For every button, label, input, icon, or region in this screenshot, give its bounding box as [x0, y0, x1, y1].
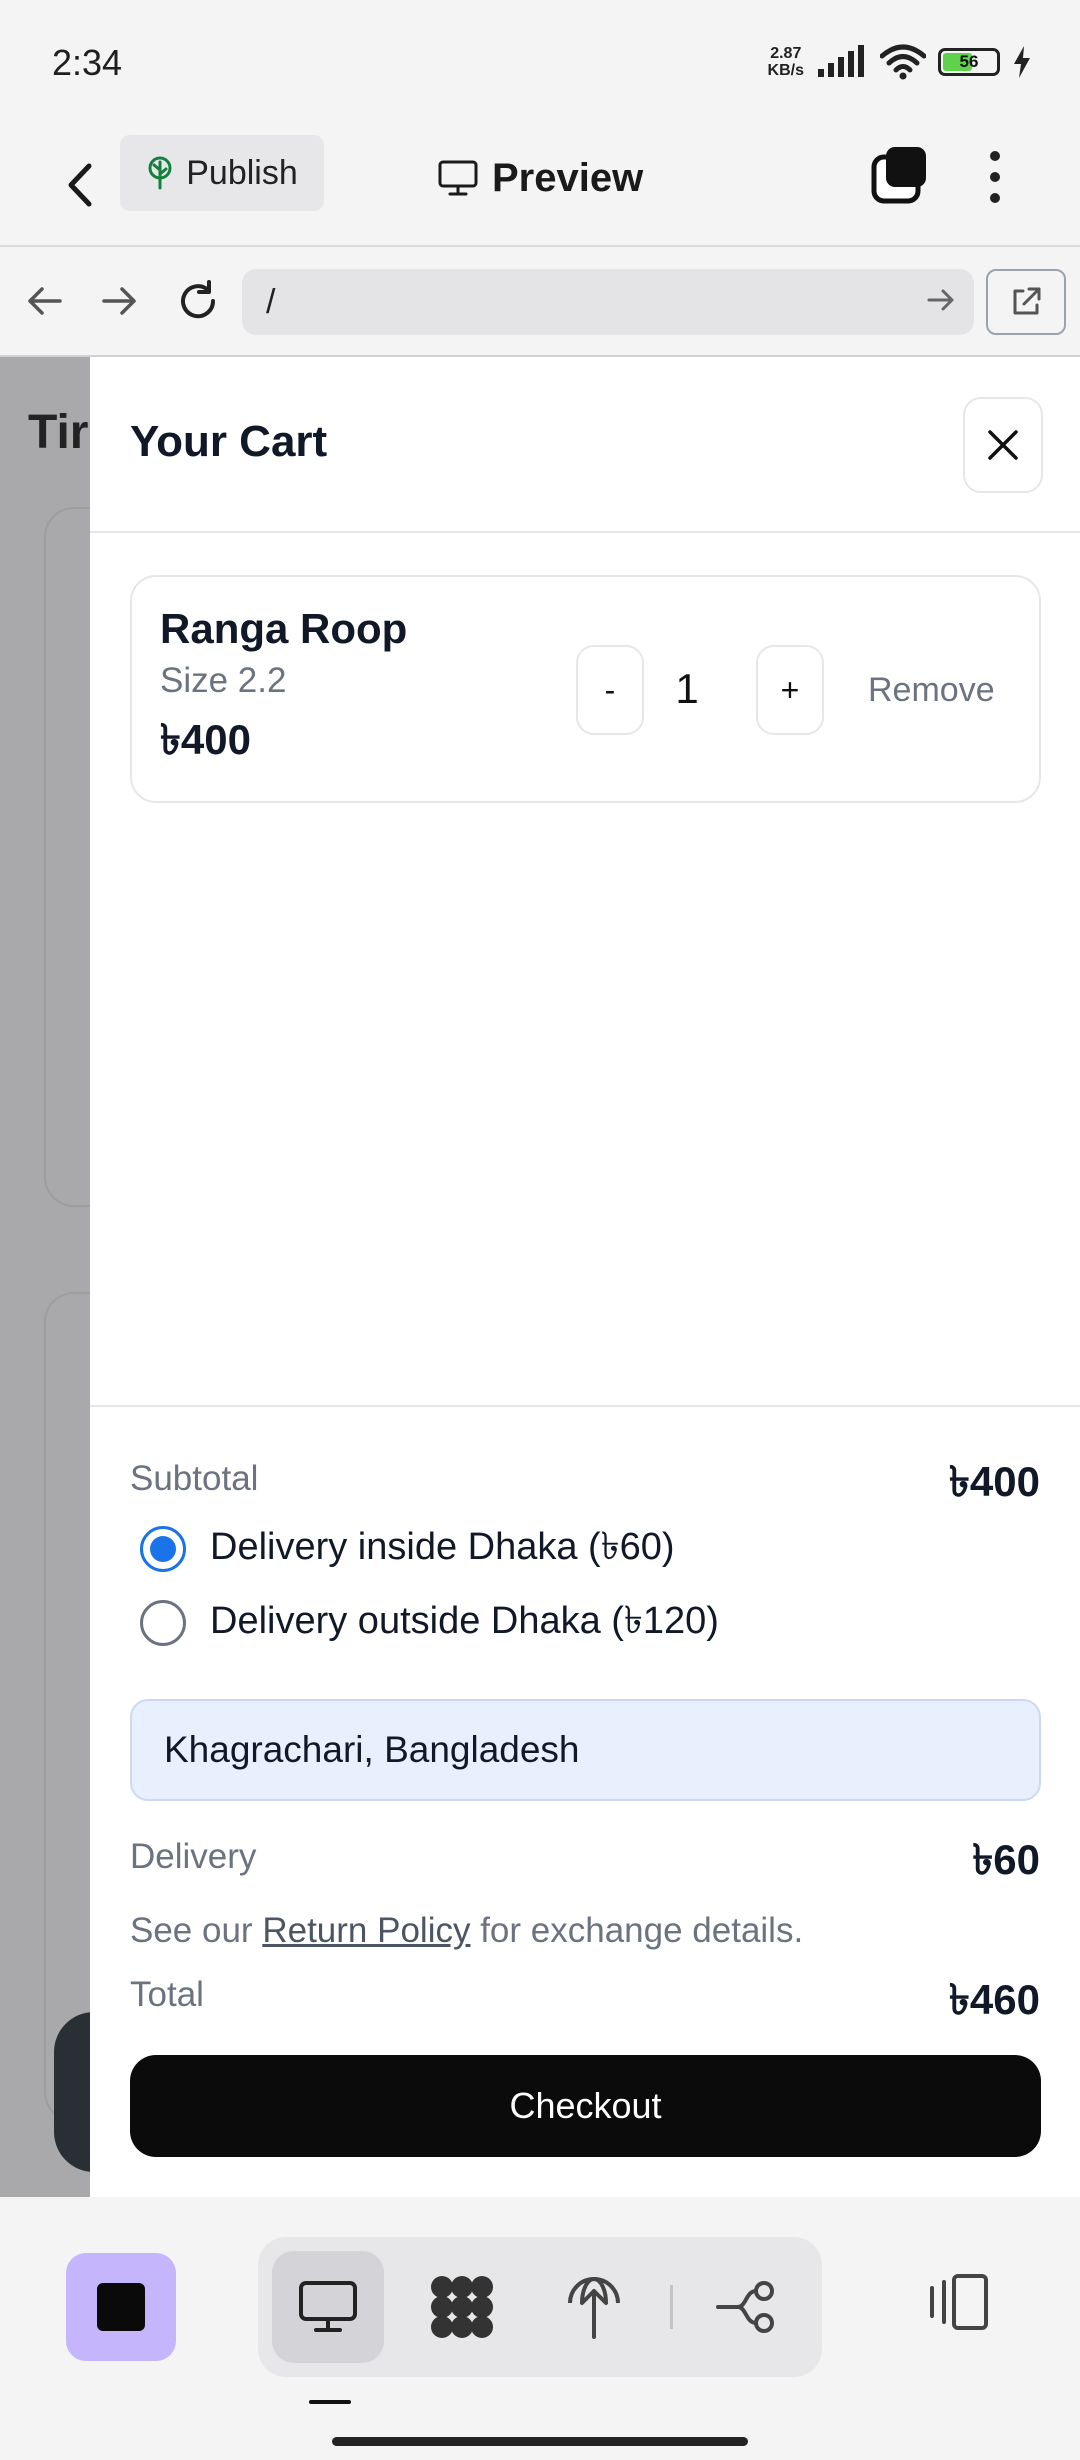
- tabs-icon: [871, 147, 926, 204]
- total-label: Total: [130, 1975, 204, 2014]
- increment-quantity-button[interactable]: +: [756, 645, 824, 735]
- preview-tab[interactable]: Preview: [438, 153, 643, 203]
- active-mode-indicator: [309, 2400, 351, 2404]
- more-menu-button[interactable]: [975, 145, 1015, 209]
- close-icon: [988, 430, 1018, 460]
- device-toggle-icon: [930, 2274, 988, 2330]
- app-toolbar: Publish Preview: [0, 125, 1080, 247]
- browser-back-button[interactable]: [16, 273, 72, 329]
- delivery-address-input[interactable]: Khagrachari, Bangladesh: [130, 1699, 1041, 1801]
- publish-label: Publish: [186, 153, 298, 192]
- item-quantity: 1: [675, 665, 699, 712]
- publish-button[interactable]: Publish: [120, 135, 324, 211]
- flow-icon: [716, 2281, 774, 2333]
- cart-summary: Subtotal ৳400 Delivery inside Dhaka (৳60…: [90, 1405, 1080, 2197]
- status-bar: 2:34 2.87 KB/s 56: [0, 0, 1080, 125]
- mode-divider: [670, 2285, 673, 2329]
- delivery-option-outside-dhaka[interactable]: Delivery outside Dhaka (৳120): [140, 1591, 719, 1655]
- stop-icon: [97, 2283, 145, 2331]
- grid-blob-icon: [431, 2276, 493, 2338]
- app-switch-button[interactable]: [66, 2253, 176, 2361]
- tree-icon: [148, 156, 172, 190]
- status-icons: 2.87 KB/s 56: [768, 40, 1032, 84]
- go-arrow-icon[interactable]: [926, 285, 956, 315]
- remove-item-button[interactable]: Remove: [868, 671, 995, 710]
- browser-bar: /: [0, 247, 1080, 357]
- assets-button[interactable]: [406, 2251, 518, 2363]
- open-external-button[interactable]: [986, 269, 1066, 335]
- return-policy-note: See our Return Policy for exchange detai…: [130, 1911, 804, 1950]
- item-price: ৳400: [160, 716, 251, 763]
- monitor-icon: [299, 2281, 357, 2332]
- network-speed: 2.87 KB/s: [767, 45, 804, 79]
- charging-icon: [1014, 46, 1030, 78]
- browser-forward-button[interactable]: [92, 273, 148, 329]
- device-toggle-button[interactable]: [912, 2257, 1002, 2347]
- wifi-icon: [880, 44, 926, 80]
- flow-button[interactable]: [692, 2251, 804, 2363]
- url-text: /: [266, 282, 276, 321]
- tabs-button[interactable]: [870, 145, 930, 205]
- cart-item: Ranga Roop Size 2.2 ৳400 - 1 + Remove: [130, 575, 1041, 803]
- url-input[interactable]: /: [242, 269, 974, 335]
- radio-selected[interactable]: [140, 1526, 186, 1572]
- close-cart-button[interactable]: [963, 397, 1043, 493]
- reload-icon: [181, 280, 216, 319]
- battery-icon: 56: [938, 48, 1000, 76]
- delivery-option-label: Delivery outside Dhaka (৳120): [210, 1600, 719, 1642]
- total-value: ৳460: [949, 1976, 1040, 2023]
- back-button[interactable]: [50, 150, 110, 220]
- chevron-left-icon: [68, 163, 92, 207]
- decrement-quantity-button[interactable]: -: [576, 645, 644, 735]
- delivery-label: Delivery: [130, 1837, 257, 1876]
- cart-title: Your Cart: [130, 417, 328, 466]
- item-name: Ranga Roop: [160, 605, 408, 652]
- bottom-toolbar: [0, 2197, 1080, 2460]
- battery-level: 56: [959, 52, 979, 71]
- delivery-value: ৳60: [972, 1836, 1040, 1883]
- background-page-title: Tir: [28, 406, 89, 459]
- desktop-mode-button[interactable]: [272, 2251, 384, 2363]
- external-link-icon: [1013, 287, 1041, 315]
- arrow-left-icon: [28, 287, 62, 315]
- mode-switcher: [258, 2237, 822, 2377]
- subtotal-value: ৳400: [949, 1458, 1040, 1505]
- preview-label: Preview: [492, 155, 644, 200]
- cart-drawer: Your Cart Ranga Roop Size 2.2 ৳400 - 1 +…: [90, 357, 1080, 2197]
- radio-unselected[interactable]: [140, 1600, 186, 1646]
- home-gesture-bar[interactable]: [332, 2437, 748, 2446]
- more-vertical-icon: [990, 151, 1000, 161]
- subtotal-label: Subtotal: [130, 1459, 259, 1498]
- globe-upload-icon: [568, 2277, 620, 2339]
- status-time: 2:34: [52, 42, 123, 83]
- return-policy-link[interactable]: Return Policy: [262, 1911, 470, 1950]
- signal-icon: [818, 45, 864, 77]
- arrow-right-icon: [102, 287, 136, 315]
- delivery-option-label: Delivery inside Dhaka (৳60): [210, 1526, 675, 1568]
- delivery-option-inside-dhaka[interactable]: Delivery inside Dhaka (৳60): [140, 1517, 675, 1581]
- monitor-icon: [438, 160, 478, 196]
- deploy-button[interactable]: [538, 2251, 650, 2363]
- item-size: Size 2.2: [160, 661, 287, 700]
- reload-button[interactable]: [170, 273, 226, 329]
- cart-header: Your Cart: [90, 357, 1080, 533]
- checkout-button[interactable]: Checkout: [130, 2055, 1041, 2157]
